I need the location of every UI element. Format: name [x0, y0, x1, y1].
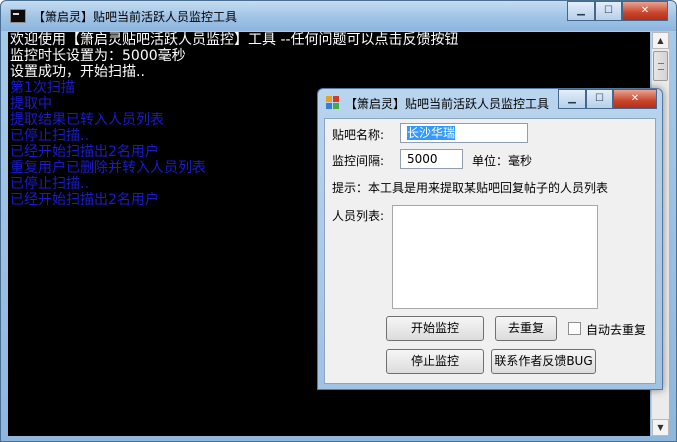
app-icon — [326, 96, 340, 110]
console-close-button[interactable]: ✕ — [622, 1, 668, 21]
close-icon: ✕ — [640, 5, 650, 16]
console-titlebar[interactable]: 【箫启灵】贴吧当前活跃人员监控工具 ▁ ☐ ✕ — [1, 1, 676, 31]
maximize-icon: ☐ — [595, 93, 604, 104]
minimize-icon: ▁ — [577, 5, 585, 16]
stop-monitor-button[interactable]: 停止监控 — [386, 349, 484, 374]
auto-dedupe-checkbox[interactable] — [568, 322, 581, 335]
feedback-button[interactable]: 联系作者反馈BUG — [491, 349, 596, 374]
scroll-down-icon: ▼ — [657, 423, 664, 432]
dedupe-button[interactable]: 去重复 — [495, 316, 557, 341]
hint-text: 提示：本工具是用来提取某贴吧回复帖子的人员列表 — [332, 181, 609, 195]
scroll-up-icon: ▲ — [657, 36, 664, 45]
dialog-title: 【箫启灵】贴吧当前活跃人员监控工具 — [345, 97, 550, 111]
console-line: 欢迎使用【箫启灵贴吧活跃人员监控】工具 --任何问题可以点击反馈按钮 — [10, 32, 459, 48]
dialog-client-area: 贴吧名称: 长沙华瑞 监控间隔: 5000 单位：毫秒 提示：本工具是用来提取某… — [324, 118, 656, 384]
dialog-close-button[interactable]: ✕ — [613, 89, 657, 109]
dialog-maximize-button[interactable]: ☐ — [586, 89, 613, 109]
monitor-dialog: 【箫启灵】贴吧当前活跃人员监控工具 ▁ ☐ ✕ 贴吧名称: 长沙华瑞 监控间隔:… — [317, 88, 663, 390]
start-monitor-button[interactable]: 开始监控 — [386, 316, 484, 341]
interval-input[interactable]: 5000 — [400, 149, 463, 169]
maximize-icon: ☐ — [604, 5, 613, 16]
close-icon: ✕ — [630, 93, 640, 104]
interval-unit-label: 单位：毫秒 — [472, 154, 533, 168]
dialog-minimize-button[interactable]: ▁ — [558, 89, 586, 109]
scrollbar-thumb[interactable] — [653, 51, 668, 81]
console-window-title: 【箫启灵】贴吧当前活跃人员监控工具 — [33, 10, 238, 24]
forum-name-value: 长沙华瑞 — [407, 126, 456, 140]
scroll-up-button[interactable]: ▲ — [652, 32, 669, 49]
forum-name-label: 贴吧名称: — [332, 128, 385, 142]
scroll-down-button[interactable]: ▼ — [652, 419, 669, 436]
console-line: 监控时长设置为：5000毫秒 — [10, 48, 186, 64]
console-maximize-button[interactable]: ☐ — [595, 1, 622, 21]
console-app-icon — [10, 9, 26, 23]
console-line: 设置成功，开始扫描.. — [10, 64, 145, 80]
interval-label: 监控间隔: — [332, 154, 385, 168]
minimize-icon: ▁ — [568, 93, 576, 104]
member-list-label: 人员列表: — [332, 209, 385, 223]
forum-name-input[interactable]: 长沙华瑞 — [400, 123, 528, 143]
member-listbox[interactable] — [392, 205, 598, 309]
console-minimize-button[interactable]: ▁ — [567, 1, 595, 21]
auto-dedupe-label: 自动去重复 — [586, 323, 647, 337]
